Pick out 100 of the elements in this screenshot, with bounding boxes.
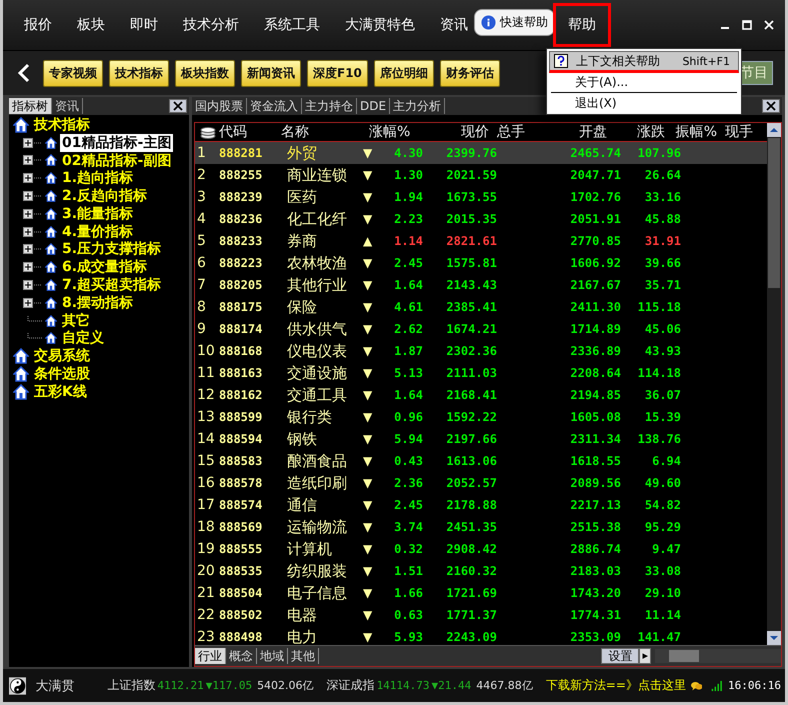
expand-icon[interactable] [23,208,43,219]
menu-item[interactable]: 系统工具 [253,7,331,43]
table-row[interactable]: 5 888233 券商 ▲ 1.14 2821.61 2770.85 31.91 [195,230,767,252]
column-header[interactable]: 名称 [281,123,369,141]
scroll-up-icon[interactable] [767,123,781,137]
panel-tab[interactable]: 资金流入 [247,98,302,114]
scrollbar[interactable] [655,649,781,663]
scroll-thumb[interactable] [669,650,699,662]
table-row[interactable]: 9 888174 供水供气 ▼ 2.62 1674.21 1714.89 45.06 [195,318,767,340]
scroll-down-icon[interactable] [767,631,781,645]
expand-icon[interactable] [23,244,43,254]
scrollbar[interactable] [767,123,781,645]
table-row[interactable]: 20 888535 纺织服装 ▼ 1.51 2160.32 2183.03 33.08 [195,560,767,582]
tree-item[interactable]: 5.压力支撑指标 [60,240,164,258]
tree-item[interactable]: 7.超买超卖指标 [60,276,164,294]
table-row[interactable]: 13 888599 银行类 ▼ 0.96 1592.22 1605.08 15.39 [195,406,767,428]
panel-tab[interactable]: 国内股票 [192,98,247,114]
row-number: 23 [196,629,216,645]
table-row[interactable]: 1 888281 外贸 ▼ 4.30 2399.76 2465.74 107.96 [195,142,767,164]
panel-tab[interactable]: 资讯 [52,98,83,114]
panel-tab[interactable]: 指标树 [9,98,52,114]
table-row[interactable]: 8 888175 保险 ▼ 4.61 2385.41 2411.30 115.18 [195,296,767,318]
column-header[interactable]: 开盘 [557,123,607,141]
table-row[interactable]: 21 888504 电子信息 ▼ 1.66 1721.69 1743.20 29.10 [195,582,767,604]
tree-item[interactable]: 02精品指标-副图 [60,152,174,170]
tree-item[interactable]: 01精品指标-主图 [60,134,174,152]
table-row[interactable]: 14 888594 钢铁 ▼ 5.94 2197.66 2311.34 138.76 [195,428,767,450]
scroll-thumb[interactable] [768,138,780,288]
expand-icon[interactable] [23,280,43,290]
expand-icon[interactable] [23,173,43,184]
tree-item[interactable]: 条件选股 [32,365,92,384]
table-row[interactable]: 11 888163 交通设施 ▼ 5.13 2111.03 2208.64 114.18 [195,362,767,384]
tree-item[interactable]: 交易系统 [32,347,92,366]
scroll-right-button[interactable]: ▸ [639,648,651,664]
tree-item[interactable]: 6.成交量指标 [60,258,150,276]
tree-item[interactable]: 技术指标 [32,116,92,134]
tree-item[interactable]: 1.趋向指标 [60,169,136,188]
table-row[interactable]: 16 888578 造纸印刷 ▼ 2.36 2052.57 2089.56 49.60 [195,472,767,494]
toolbar-button[interactable]: 板块指数 [175,60,235,86]
toolbar-button[interactable]: 席位明细 [374,60,434,86]
back-icon[interactable] [17,63,31,83]
column-header[interactable]: 涨跌 [607,123,665,141]
column-header[interactable]: 振幅% [665,123,717,141]
toolbar-button[interactable]: 专家视频 [43,60,103,86]
ticker-link[interactable]: 下载新方法==》点击这里 [546,677,686,694]
table-row[interactable]: 7 888205 其他行业 ▼ 1.64 2143.43 2167.67 35.71 [195,274,767,296]
panel-tab[interactable]: 主力持仓 [302,98,357,114]
close-icon[interactable] [762,99,780,113]
toolbar-button[interactable]: 深度F10 [307,60,368,86]
table-row[interactable]: 18 888569 运输物流 ▼ 3.74 2451.35 2515.38 95.29 [195,516,767,538]
column-header[interactable]: 涨幅% [369,123,421,141]
column-header[interactable]: 总手 [489,123,557,141]
table-row[interactable]: 17 888574 通信 ▼ 2.45 2178.88 2217.13 54.82 [195,494,767,516]
table-row[interactable]: 22 888502 电器 ▼ 0.63 1771.37 1774.31 11.14 [195,604,767,626]
table-row[interactable]: 3 888239 医药 ▼ 1.94 1673.55 1702.76 33.16 [195,186,767,208]
expand-icon[interactable] [23,226,43,237]
toolbar-button[interactable]: 技术指标 [109,60,169,86]
tree-item[interactable]: 4.量价指标 [60,222,136,241]
table-row[interactable]: 2 888255 商业连锁 ▼ 1.30 2021.59 2047.71 26.64 [195,164,767,186]
column-header[interactable]: 现手 [717,123,753,141]
panel-tab[interactable]: 主力分析 [390,98,446,114]
expand-icon[interactable] [23,155,43,166]
menu-item[interactable]: 上下文相关帮助 Shift+F1 [549,51,739,73]
close-icon[interactable] [169,99,187,113]
table-row[interactable]: 15 888583 酿酒食品 ▼ 0.43 1613.06 1618.55 6.94 [195,450,767,472]
sheet-tab[interactable]: 地域 [257,648,288,664]
expand-icon[interactable] [23,138,43,148]
settings-button[interactable]: 设置 [601,648,640,664]
sheet-tab[interactable]: 其他 [288,648,319,664]
table-row[interactable]: 23 888498 电力 ▼ 5.93 2243.09 2353.09 141.47 [195,626,767,648]
expand-icon[interactable] [23,298,43,308]
tree-item[interactable]: 2.反趋向指标 [60,187,150,206]
menu-item[interactable]: 帮助 [553,3,611,47]
expand-icon[interactable] [23,262,43,272]
table-row[interactable]: 19 888555 计算机 ▼ 0.32 2908.42 2886.74 9.47 [195,538,767,560]
sheet-tab[interactable]: 概念 [226,648,257,664]
menu-item[interactable]: 退出(X) [549,94,739,112]
tree-item[interactable]: 其它 [60,312,92,330]
menu-item[interactable]: 报价 [13,7,63,43]
toolbar-button[interactable]: 财务评估 [440,60,500,86]
table-row[interactable]: 6 888223 农林牧渔 ▼ 2.45 1575.81 1606.92 39.66 [195,252,767,274]
column-header[interactable]: 代码 [219,123,281,141]
tree-item[interactable]: 自定义 [60,329,106,348]
menu-item[interactable]: 技术分析 [172,7,250,43]
column-header[interactable]: 现价 [421,123,489,141]
expand-icon[interactable] [23,191,43,202]
menu-item[interactable]: 大满贯特色 [334,7,426,43]
menu-item[interactable]: 板块 [66,7,116,43]
tree-item[interactable]: 8.摆动指标 [60,294,136,312]
table-cell-text: 2051.91 [569,212,621,226]
menu-item[interactable]: 即时 [119,7,169,43]
table-row[interactable]: 4 888236 化工化纤 ▼ 2.23 2015.35 2051.91 45.88 [195,208,767,230]
table-row[interactable]: 12 888162 交通工具 ▼ 1.64 2168.41 2194.85 36.07 [195,384,767,406]
tree-item[interactable]: 3.能量指标 [60,204,136,223]
maximize-icon[interactable] [741,19,753,31]
panel-tab[interactable]: DDE [357,98,390,114]
toolbar-button[interactable]: 新闻资讯 [241,60,301,86]
table-row[interactable]: 10 888168 仪电仪表 ▼ 1.87 2302.36 2336.89 43.93 [195,340,767,362]
sheet-tab[interactable]: 行业 [195,648,226,664]
tree-item[interactable]: 五彩K线 [32,382,89,401]
